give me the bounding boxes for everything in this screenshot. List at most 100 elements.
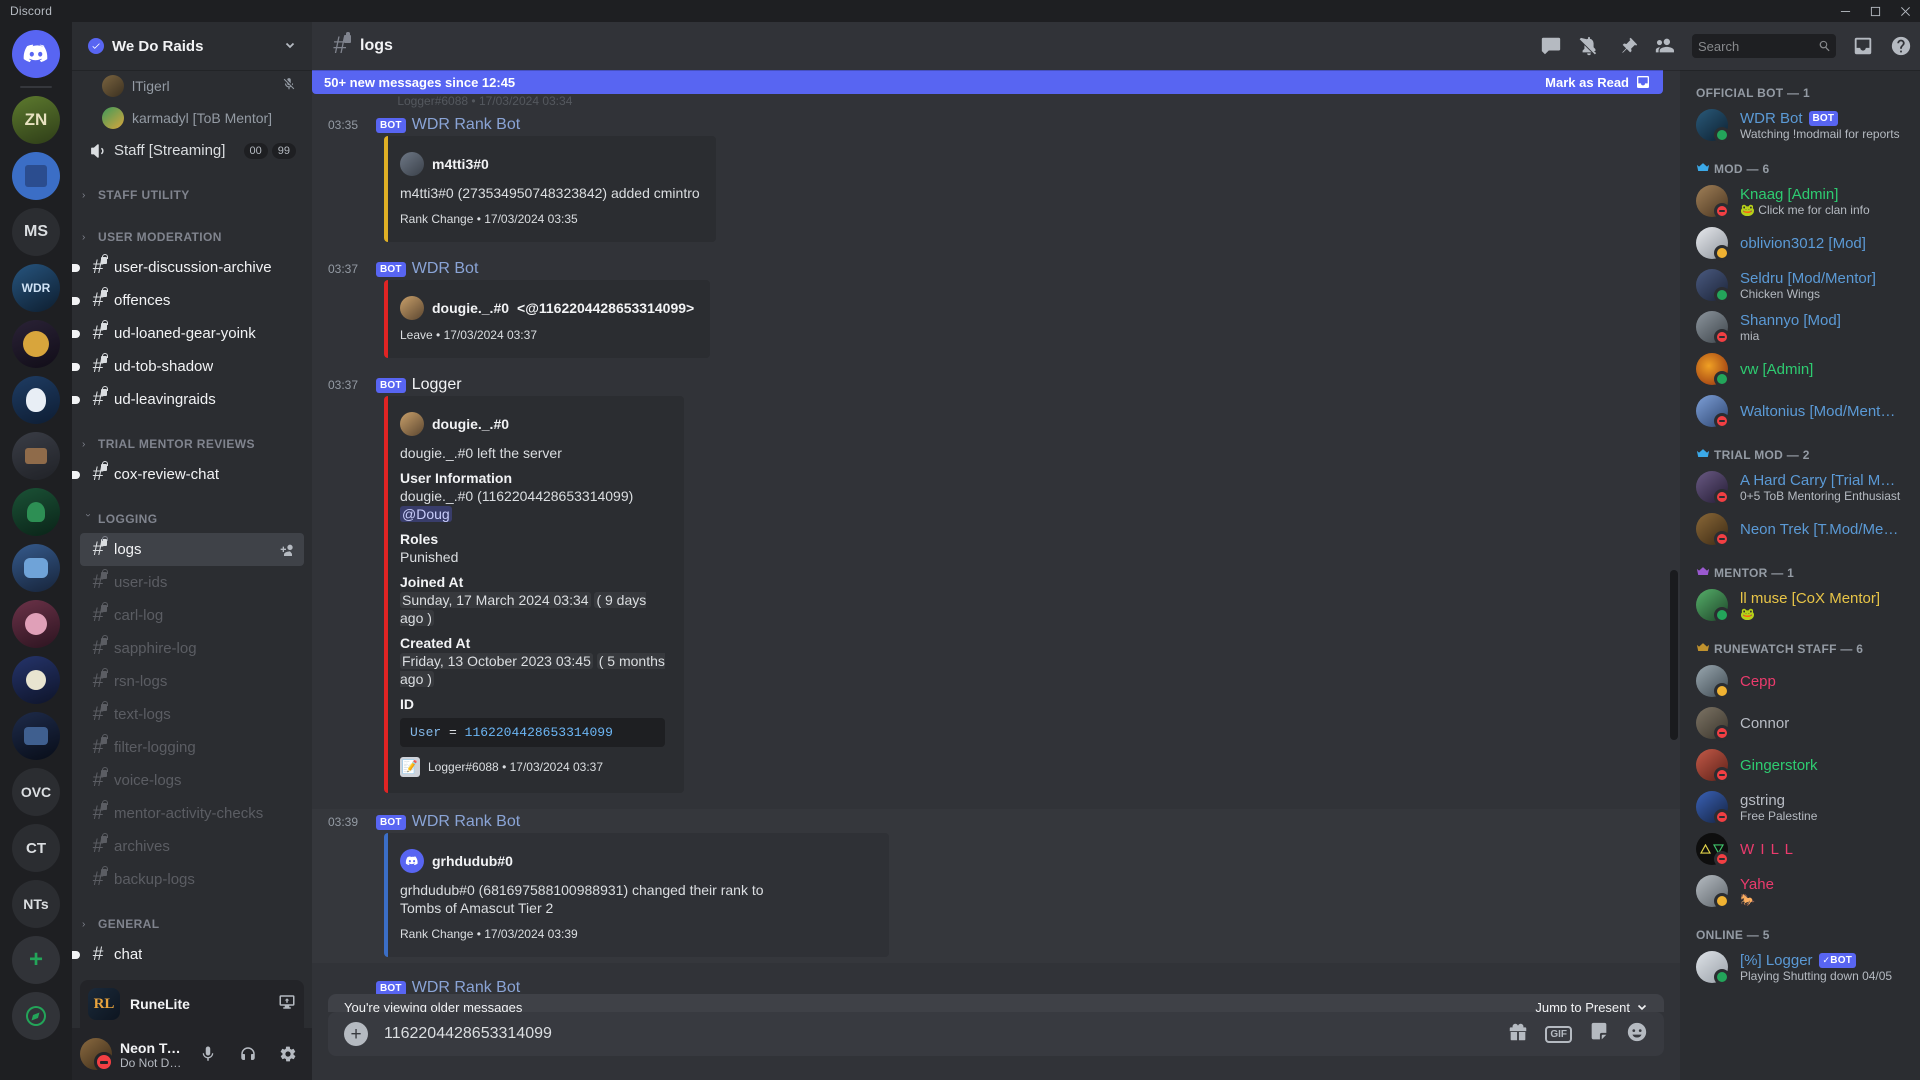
server-icon-wdr[interactable]: WDR: [12, 264, 60, 312]
server-icon-ct[interactable]: CT: [12, 824, 60, 872]
message-input[interactable]: 1162204428653314099: [384, 1025, 1491, 1043]
category-user-moderation[interactable]: › USER MODERATION: [80, 223, 304, 251]
server-icon-ovc[interactable]: OVC: [12, 768, 60, 816]
channel-ud-loaned-gear-yoink[interactable]: # ud-loaned-gear-yoink: [72, 317, 304, 350]
member-row[interactable]: Yahe 🐎: [1696, 870, 1912, 912]
server-icon-zn[interactable]: ZN: [12, 96, 60, 144]
avatar[interactable]: [80, 1038, 114, 1072]
member-row[interactable]: ll muse [CoX Mentor] 🐸: [1696, 584, 1912, 626]
channel-carl-log[interactable]: # carl-log: [80, 599, 304, 632]
add-server-button[interactable]: +: [12, 936, 60, 984]
activity-panel[interactable]: RL RuneLite: [80, 980, 304, 1028]
members-icon[interactable]: [1654, 35, 1676, 57]
mark-as-read-button[interactable]: Mark as Read: [1545, 74, 1651, 90]
server-icon-home[interactable]: [12, 30, 60, 78]
close-button[interactable]: [1890, 0, 1920, 22]
minimize-button[interactable]: [1830, 0, 1860, 22]
message-composer[interactable]: + 1162204428653314099 GIF: [328, 1012, 1664, 1056]
add-attachment-icon[interactable]: +: [344, 1022, 368, 1046]
threads-icon[interactable]: [1540, 35, 1562, 57]
server-rail[interactable]: ZN MS WDR OVC CT NTs +: [0, 22, 72, 1080]
server-icon-nts[interactable]: NTs: [12, 880, 60, 928]
member-row[interactable]: WDR Bot BOT Watching !modmail for report…: [1696, 104, 1912, 146]
member-row[interactable]: Neon Trek [T.Mod/Me…: [1696, 508, 1912, 550]
category-general[interactable]: › GENERAL: [80, 910, 304, 938]
screenshare-icon[interactable]: [278, 993, 296, 1016]
server-icon-penguin[interactable]: [12, 376, 60, 424]
channel-filter-logging[interactable]: # filter-logging: [80, 731, 304, 764]
server-icon-dark[interactable]: [12, 712, 60, 760]
server-icon-moon[interactable]: [12, 656, 60, 704]
guild-header[interactable]: We Do Raids: [72, 22, 312, 70]
user-info[interactable]: Neon Trek Do Not Distu...: [120, 1039, 184, 1070]
server-icon-owl[interactable]: [12, 320, 60, 368]
member-row[interactable]: Waltonius [Mod/Ment…: [1696, 390, 1912, 432]
gif-icon[interactable]: GIF: [1545, 1025, 1572, 1043]
scrollbar-thumb[interactable]: [1670, 570, 1678, 740]
role-mention[interactable]: @Doug: [400, 506, 452, 522]
channel-archives[interactable]: # archives: [80, 830, 304, 863]
member-row[interactable]: vw [Admin]: [1696, 348, 1912, 390]
channel-mentor-activity-checks[interactable]: # mentor-activity-checks: [80, 797, 304, 830]
category-logging[interactable]: › LOGGING: [80, 505, 304, 533]
voice-member-row[interactable]: lTigerl: [80, 70, 304, 102]
member-row[interactable]: A Hard Carry [Trial M… 0+5 ToB Mentoring…: [1696, 466, 1912, 508]
message-author[interactable]: Logger: [412, 376, 462, 394]
channel-user-ids[interactable]: # user-ids: [80, 566, 304, 599]
emoji-icon[interactable]: [1626, 1021, 1648, 1048]
message-author[interactable]: WDR Rank Bot: [412, 116, 520, 134]
member-row[interactable]: Cepp: [1696, 660, 1912, 702]
member-row[interactable]: Seldru [Mod/Mentor] Chicken Wings: [1696, 264, 1912, 306]
channel-ud-leavingraids[interactable]: # ud-leavingraids: [72, 383, 304, 416]
member-row[interactable]: oblivion3012 [Mod]: [1696, 222, 1912, 264]
server-icon-anime[interactable]: [12, 600, 60, 648]
member-list[interactable]: OFFICIAL BOT — 1 WDR Bot BOT Watching !m…: [1680, 70, 1920, 1080]
channel-logs[interactable]: # logs: [80, 533, 304, 566]
member-row[interactable]: Shannyo [Mod] mia: [1696, 306, 1912, 348]
member-row[interactable]: gstring Free Palestine: [1696, 786, 1912, 828]
gift-icon[interactable]: [1507, 1021, 1529, 1048]
member-row[interactable]: Connor: [1696, 702, 1912, 744]
sticker-icon[interactable]: [1588, 1021, 1610, 1048]
channel-rsn-logs[interactable]: # rsn-logs: [80, 665, 304, 698]
channel-voice-logs[interactable]: # voice-logs: [80, 764, 304, 797]
channel-list[interactable]: lTigerl karmadyl [ToB Mentor] Staff [Str…: [72, 70, 312, 980]
explore-servers-button[interactable]: [12, 992, 60, 1040]
channel-backup-logs[interactable]: # backup-logs: [80, 863, 304, 896]
member-row[interactable]: Gingerstork: [1696, 744, 1912, 786]
maximize-button[interactable]: [1860, 0, 1890, 22]
server-icon-tree[interactable]: [12, 488, 60, 536]
message-author[interactable]: WDR Rank Bot: [412, 813, 520, 831]
channel-chat[interactable]: # chat: [72, 938, 304, 971]
voice-channel-staff[interactable]: Staff [Streaming] 00 99: [80, 134, 304, 167]
pinned-messages-icon[interactable]: [1616, 35, 1638, 57]
voice-member-row[interactable]: karmadyl [ToB Mentor]: [80, 102, 304, 134]
add-member-icon[interactable]: [280, 542, 296, 558]
mic-icon[interactable]: [192, 1038, 224, 1070]
server-icon-ms[interactable]: MS: [12, 208, 60, 256]
member-row[interactable]: W I L L: [1696, 828, 1912, 870]
category-trial-mentor-reviews[interactable]: › TRIAL MENTOR REVIEWS: [80, 430, 304, 458]
channel-ud-tob-shadow[interactable]: # ud-tob-shadow: [72, 350, 304, 383]
member-row[interactable]: Knaag [Admin] 🐸 Click me for clan info: [1696, 180, 1912, 222]
message-author[interactable]: WDR Rank Bot: [412, 979, 520, 994]
server-icon-pixel[interactable]: [12, 432, 60, 480]
message-scrollbar[interactable]: [1670, 140, 1678, 984]
gear-icon[interactable]: [272, 1038, 304, 1070]
message-author[interactable]: WDR Bot: [412, 260, 479, 278]
search-input[interactable]: Search: [1692, 34, 1836, 58]
channel-cox-review-chat[interactable]: # cox-review-chat: [72, 458, 304, 491]
server-icon-duo[interactable]: [12, 544, 60, 592]
member-row[interactable]: [%] Logger BOT Playing Shutting down 04/…: [1696, 946, 1912, 988]
help-icon[interactable]: [1890, 35, 1912, 57]
category-staff-utility[interactable]: › STAFF UTILITY: [80, 181, 304, 209]
channel-text-logs[interactable]: # text-logs: [80, 698, 304, 731]
channel-offences[interactable]: # offences: [72, 284, 304, 317]
inbox-icon[interactable]: [1852, 35, 1874, 57]
notification-off-icon[interactable]: [1578, 35, 1600, 57]
channel-sapphire-log[interactable]: # sapphire-log: [80, 632, 304, 665]
headphones-icon[interactable]: [232, 1038, 264, 1070]
server-icon-blue-square[interactable]: [12, 152, 60, 200]
message-scroll[interactable]: 50+ new messages since 12:45 Mark as Rea…: [312, 70, 1680, 994]
channel-user-discussion-archive[interactable]: # user-discussion-archive: [72, 251, 304, 284]
